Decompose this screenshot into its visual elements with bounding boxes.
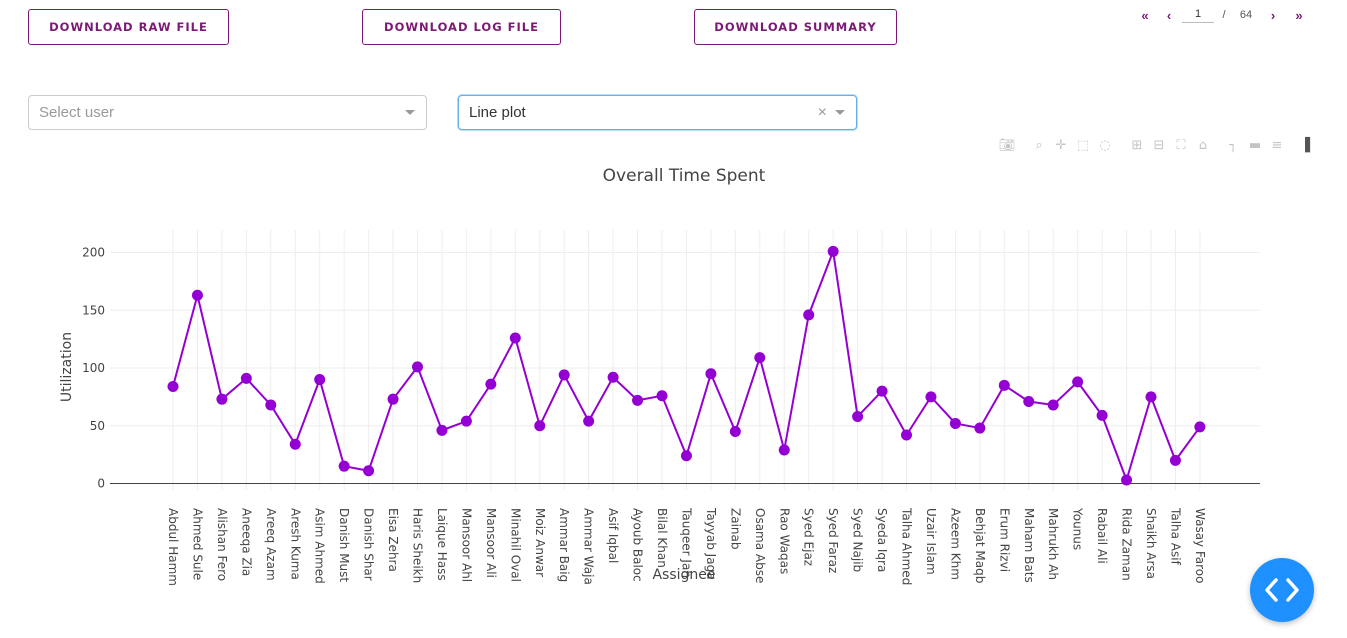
data-point[interactable] <box>436 424 448 436</box>
x-tick-label: Areeq Azam <box>264 508 278 581</box>
x-tick-label: Haris Sheikh <box>411 508 425 583</box>
x-tick-label: Ahmed Sule <box>190 508 204 580</box>
code-toggle-button[interactable] <box>1250 558 1314 622</box>
x-tick-label: Rao Waqas <box>777 508 791 574</box>
data-point[interactable] <box>998 379 1010 391</box>
data-point[interactable] <box>876 385 888 397</box>
data-point[interactable] <box>509 332 521 344</box>
x-tick-label: Rabail Ali <box>1095 508 1109 564</box>
x-axis: Abdul Hamm Ahmed Sule Alishan Fero Aneeqa Z… <box>166 507 1207 586</box>
y-axis-label: Utilization <box>59 332 75 402</box>
x-tick-label: Alishan Fero <box>215 508 229 581</box>
x-tick-label: Bilal Khan <box>655 508 669 568</box>
code-icon <box>1265 578 1299 602</box>
data-point[interactable] <box>216 393 228 405</box>
data-point[interactable] <box>705 368 717 380</box>
y-tick-label: 200 <box>82 246 105 260</box>
x-tick-label: Aresh Kuma <box>288 508 302 580</box>
chart-title: Overall Time Spent <box>603 166 766 186</box>
data-point[interactable] <box>852 411 864 423</box>
x-tick-label: Minahil Oval <box>508 508 522 582</box>
x-tick-label: Syed Najib <box>851 508 865 572</box>
x-tick-label: Asim Ahmed <box>313 508 327 584</box>
data-point[interactable] <box>1047 399 1059 411</box>
data-point[interactable] <box>827 245 839 257</box>
x-tick-label: Ammar Waja <box>582 508 596 585</box>
x-tick-label: Ayoub Baloc <box>631 508 645 582</box>
data-point[interactable] <box>607 371 619 383</box>
x-tick-label: Tayyab Jaga <box>704 507 718 580</box>
x-tick-label: Laique Hass <box>435 508 449 581</box>
x-tick-label: Danish Must <box>337 508 351 582</box>
x-tick-label: Younus <box>1071 507 1085 550</box>
x-tick-label: Abdul Hamm <box>166 508 180 586</box>
data-point[interactable] <box>803 309 815 321</box>
data-point[interactable] <box>632 394 644 406</box>
y-tick-label: 150 <box>82 303 105 317</box>
x-tick-label: Talha Ahmed <box>900 507 914 585</box>
data-point[interactable] <box>901 429 912 441</box>
data-point[interactable] <box>191 289 203 301</box>
x-tick-label: Zainab <box>728 508 742 549</box>
line-chart: Overall Time Spent Utilization Assignee … <box>59 166 1260 586</box>
data-point[interactable] <box>949 417 961 429</box>
x-tick-label: Syed Ejaz <box>802 508 816 566</box>
y-tick-label: 100 <box>82 361 105 375</box>
data-point[interactable] <box>680 450 692 462</box>
x-tick-label: Aneeqa Zia <box>239 508 253 576</box>
data-point[interactable] <box>289 438 301 450</box>
data-point[interactable] <box>167 380 179 392</box>
x-tick-label: Uzair Islam <box>924 508 938 575</box>
x-tick-label: Syeda Iqra <box>875 508 889 572</box>
data-point[interactable] <box>314 374 326 386</box>
y-axis: 0 50 100 150 200 <box>82 246 105 491</box>
x-tick-label: Osama Abse <box>753 508 767 583</box>
x-tick-label: Mansoor Ali <box>484 508 498 578</box>
data-point[interactable] <box>729 426 741 438</box>
x-tick-label: Talha Asif <box>1168 507 1182 566</box>
data-point[interactable] <box>754 352 766 364</box>
x-tick-label: Rida Zaman <box>1120 508 1134 581</box>
x-tick-label: Mahrukh Ah <box>1046 508 1060 580</box>
data-point[interactable] <box>583 415 595 427</box>
data-point[interactable] <box>558 369 570 381</box>
data-point[interactable] <box>656 390 668 402</box>
data-point[interactable] <box>1145 391 1157 403</box>
x-tick-label: Tauqeer Jah <box>679 507 693 578</box>
data-point[interactable] <box>925 391 937 403</box>
data-point[interactable] <box>1023 395 1035 407</box>
x-tick-label: Shaikh Arsa <box>1144 508 1158 579</box>
data-point[interactable] <box>485 378 497 390</box>
data-point[interactable] <box>363 465 375 477</box>
y-tick-label: 0 <box>97 477 105 491</box>
x-tick-label: Behjat Maqb <box>973 508 987 583</box>
data-point[interactable] <box>240 372 252 384</box>
data-point[interactable] <box>460 415 472 427</box>
x-tick-label: Moiz Anwar <box>533 508 547 577</box>
data-point[interactable] <box>534 420 546 432</box>
x-tick-label: Maham Bats <box>1022 508 1036 583</box>
y-tick-label: 50 <box>90 419 105 433</box>
x-tick-label: Asif Iqbal <box>606 508 620 563</box>
data-point[interactable] <box>387 393 399 405</box>
x-tick-label: Danish Shar <box>362 508 376 581</box>
x-tick-label: Wasay Faroo <box>1193 508 1207 583</box>
data-point[interactable] <box>974 422 986 434</box>
data-point[interactable] <box>412 361 423 373</box>
x-tick-label: Erum Rizvi <box>997 508 1011 572</box>
data-point[interactable] <box>778 444 790 456</box>
data-point[interactable] <box>1194 421 1206 433</box>
data-point[interactable] <box>1121 474 1133 486</box>
data-point[interactable] <box>1169 454 1181 466</box>
x-tick-label: Ammar Baig <box>557 508 571 582</box>
data-point[interactable] <box>1072 376 1084 388</box>
data-point[interactable] <box>1096 409 1108 421</box>
x-tick-label: Azeem Khm <box>948 508 962 580</box>
x-tick-label: Eisa Zehra <box>386 508 400 572</box>
data-point[interactable] <box>265 399 277 411</box>
x-tick-label: Mansoor Ahl <box>459 508 473 582</box>
data-point[interactable] <box>338 460 350 472</box>
x-tick-label: Syed Faraz <box>826 508 840 573</box>
